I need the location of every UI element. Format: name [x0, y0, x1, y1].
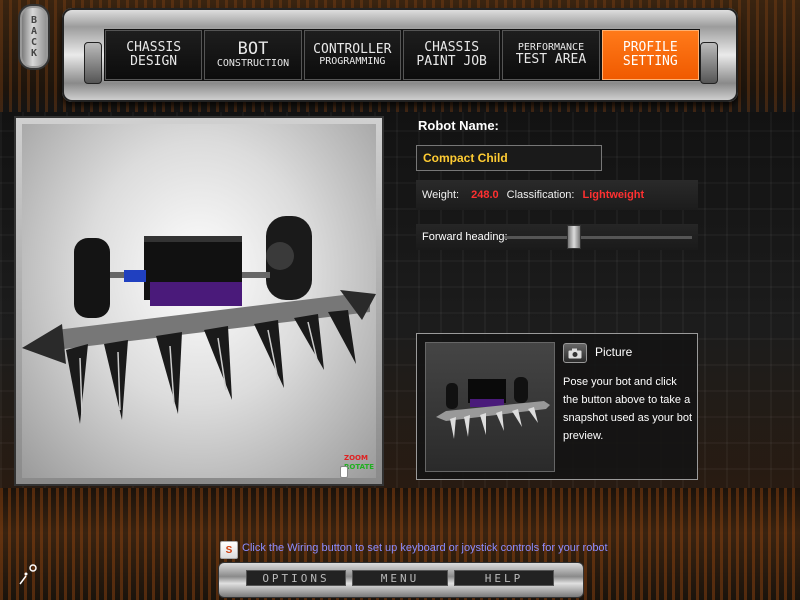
weight-value: 248.0: [471, 189, 499, 201]
tab-label-line1: CHASSIS: [424, 40, 480, 56]
picture-label: Picture: [595, 345, 633, 359]
tab-label-line2: PAINT JOB: [416, 54, 487, 69]
robot-model: [22, 216, 376, 424]
tab-controller-programming[interactable]: CONTROLLER PROGRAMMING: [303, 30, 401, 80]
tab-label-line2: CONSTRUCTION: [216, 57, 290, 69]
robot-name-field[interactable]: Compact Child: [416, 145, 602, 171]
tab-label-line2: SETTING: [622, 54, 678, 69]
robot-viewport-frame: ZOOM ROTATE: [14, 116, 384, 486]
robot-name-label: Robot Name:: [418, 118, 499, 133]
zoom-label: ZOOM: [344, 454, 368, 462]
robot-3d-viewport[interactable]: ZOOM ROTATE: [22, 124, 376, 478]
wiring-hint-icon: S: [220, 541, 238, 559]
tab-chassis-paint-job[interactable]: CHASSIS PAINT JOB: [402, 30, 501, 80]
tab-label-line1: PROFILE: [622, 40, 678, 56]
forward-heading-slider-track[interactable]: [504, 236, 692, 239]
back-button-label: BACK: [28, 15, 40, 59]
bot-preview-image: [425, 342, 555, 472]
tab-label-line1: CONTROLLER: [313, 41, 392, 57]
nav-tabs: CHASSIS DESIGN BOT CONSTRUCTION CONTROLL…: [104, 29, 700, 81]
preview-panel: Picture Pose your bot and click the butt…: [416, 333, 698, 480]
menu-button[interactable]: MENU: [352, 570, 448, 586]
tab-label-line2: TEST AREA: [515, 52, 587, 68]
tab-performance-test-area[interactable]: PERFORMANCE TEST AREA: [502, 30, 600, 80]
settings-glyph-icon: [16, 562, 42, 588]
left-wheel: [74, 238, 110, 318]
battery-purple: [150, 282, 242, 306]
tab-label-line1: BOT: [237, 38, 269, 59]
tab-label-line2: DESIGN: [130, 54, 178, 69]
help-button[interactable]: HELP: [454, 570, 554, 586]
main-nav-frame: CHASSIS DESIGN BOT CONSTRUCTION CONTROLL…: [62, 8, 738, 102]
mouse-cursor-icon: [340, 466, 348, 478]
forward-heading-slider-thumb[interactable]: [566, 225, 581, 249]
nav-cap-right: [700, 42, 718, 84]
camera-icon: [568, 348, 582, 358]
wiring-hint-text: Click the Wiring button to set up keyboa…: [242, 542, 608, 554]
options-button[interactable]: OPTIONS: [246, 570, 346, 586]
back-button[interactable]: BACK: [18, 4, 50, 70]
tab-bot-construction[interactable]: BOT CONSTRUCTION: [204, 30, 302, 80]
weight-label: Weight:: [422, 189, 460, 201]
classification-value: Lightweight: [582, 189, 645, 201]
rotate-label: ROTATE: [344, 463, 375, 471]
zoom-rotate-legend: ZOOM ROTATE: [344, 454, 374, 472]
robot-stats-row: Weight: 248.0 Classification: Lightweigh…: [416, 180, 698, 210]
snapshot-camera-button[interactable]: [563, 343, 587, 363]
spike-left-end: [22, 324, 66, 364]
tab-chassis-design[interactable]: CHASSIS DESIGN: [105, 30, 203, 80]
tab-label-line1: CHASSIS: [126, 40, 182, 56]
preview-instructions: Pose your bot and click the button above…: [563, 376, 693, 442]
tab-label-line2: PROGRAMMING: [319, 55, 386, 67]
motor: [124, 270, 146, 282]
forward-heading-label: Forward heading:: [422, 231, 508, 243]
nav-cap-left: [84, 42, 102, 84]
classification-label: Classification:: [506, 189, 575, 201]
tab-profile-setting[interactable]: PROFILE SETTING: [601, 30, 699, 80]
